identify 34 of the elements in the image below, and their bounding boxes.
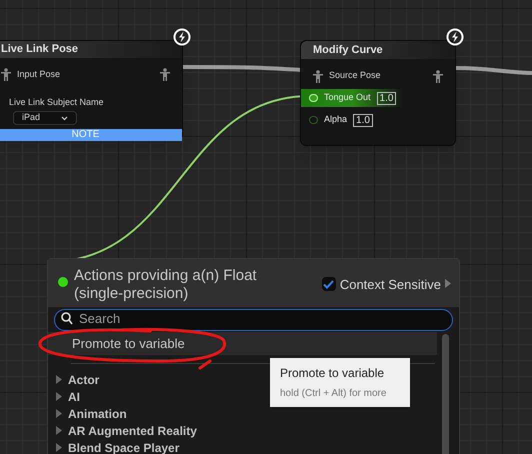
- checkbox-label: Context Sensitive: [340, 276, 441, 294]
- pose-icon: [313, 70, 323, 82]
- pose-icon: [433, 70, 443, 82]
- menu-item[interactable]: Promote to variable: [48, 332, 437, 355]
- category-item[interactable]: Animation: [56, 405, 127, 422]
- tooltip-hint: hold (Ctrl + Alt) for more: [280, 387, 388, 401]
- pose-icon: [160, 68, 170, 81]
- value-field[interactable]: 1.0: [376, 92, 396, 104]
- context-checkbox[interactable]: [322, 277, 336, 291]
- pin-label: Input Pose: [17, 68, 62, 81]
- scrollbar[interactable]: [442, 334, 449, 454]
- category-item[interactable]: AI: [56, 388, 80, 405]
- lightning-icon: [446, 28, 464, 46]
- pin-label: Source Pose: [329, 69, 382, 82]
- search-field[interactable]: Search: [54, 308, 453, 330]
- expand-arrow-icon[interactable]: [445, 279, 451, 288]
- tooltip-title: Promote to variable: [280, 365, 386, 382]
- category-item[interactable]: Actor: [56, 371, 100, 388]
- pin-label: Live Link Subject Name: [9, 96, 105, 109]
- category-label: Actor: [68, 372, 100, 388]
- category-label: Animation: [68, 406, 127, 422]
- value-field[interactable]: 1.0: [353, 114, 373, 126]
- pin-label: Alpha: [324, 113, 348, 126]
- note-bar: NOTE: [0, 129, 182, 141]
- pose-icon: [1, 68, 11, 81]
- node-title: Modify Curve: [312, 42, 383, 58]
- pin-label: Tongue Out: [324, 91, 371, 104]
- node-title: Live Link Pose: [0, 42, 78, 57]
- caret-icon: [61, 116, 68, 120]
- search-icon: [61, 312, 73, 325]
- subject-dropdown[interactable]: iPad: [13, 111, 77, 125]
- menu-title: Actions providing a(n) Float (single-precision): [74, 267, 258, 303]
- lightning-icon: [173, 28, 191, 46]
- category-label: AI: [68, 388, 80, 406]
